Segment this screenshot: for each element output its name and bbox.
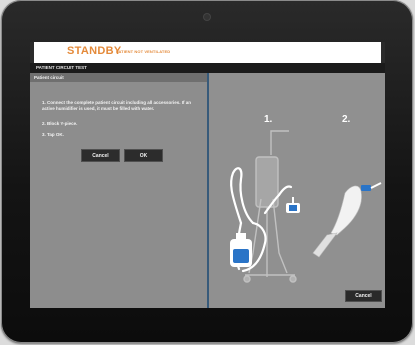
hand-blocking-y-piece-icon: [312, 182, 382, 258]
camera-dot: [204, 14, 210, 20]
instructions-panel: Patient circuit 1. Connect the complete …: [30, 73, 207, 308]
panel-heading-bar: Patient circuit: [30, 73, 207, 82]
mode-subtitle: PATIENT NOT VENTILATED: [116, 49, 171, 54]
ok-button[interactable]: OK: [124, 149, 163, 162]
panel-heading: Patient circuit: [34, 75, 64, 80]
y-piece-icon: [286, 197, 300, 213]
humidifier-chamber-icon: [230, 233, 252, 267]
illustration-panel: 1. 2. Cancel: [209, 73, 385, 308]
instruction-step-3: 3. Tap OK.: [42, 132, 64, 137]
instruction-step-2: 2. Block Y-piece.: [42, 121, 78, 126]
cancel-button[interactable]: Cancel: [81, 149, 120, 162]
test-title: PATIENT CIRCUIT TEST: [36, 65, 87, 70]
ventilator-screen: STANDBY PATIENT NOT VENTILATED PATIENT C…: [30, 42, 385, 308]
test-title-bar: PATIENT CIRCUIT TEST: [30, 63, 385, 73]
tablet-device: STANDBY PATIENT NOT VENTILATED PATIENT C…: [1, 0, 413, 343]
instruction-step-1: 1. Connect the complete patient circuit …: [42, 100, 192, 111]
mode-title: STANDBY: [67, 45, 122, 57]
circuit-illustration: [230, 130, 382, 283]
status-header: STANDBY PATIENT NOT VENTILATED: [30, 42, 385, 63]
header-edge-right: [381, 42, 385, 63]
illustration-cancel-button[interactable]: Cancel: [345, 290, 382, 302]
header-edge-left: [30, 42, 34, 63]
